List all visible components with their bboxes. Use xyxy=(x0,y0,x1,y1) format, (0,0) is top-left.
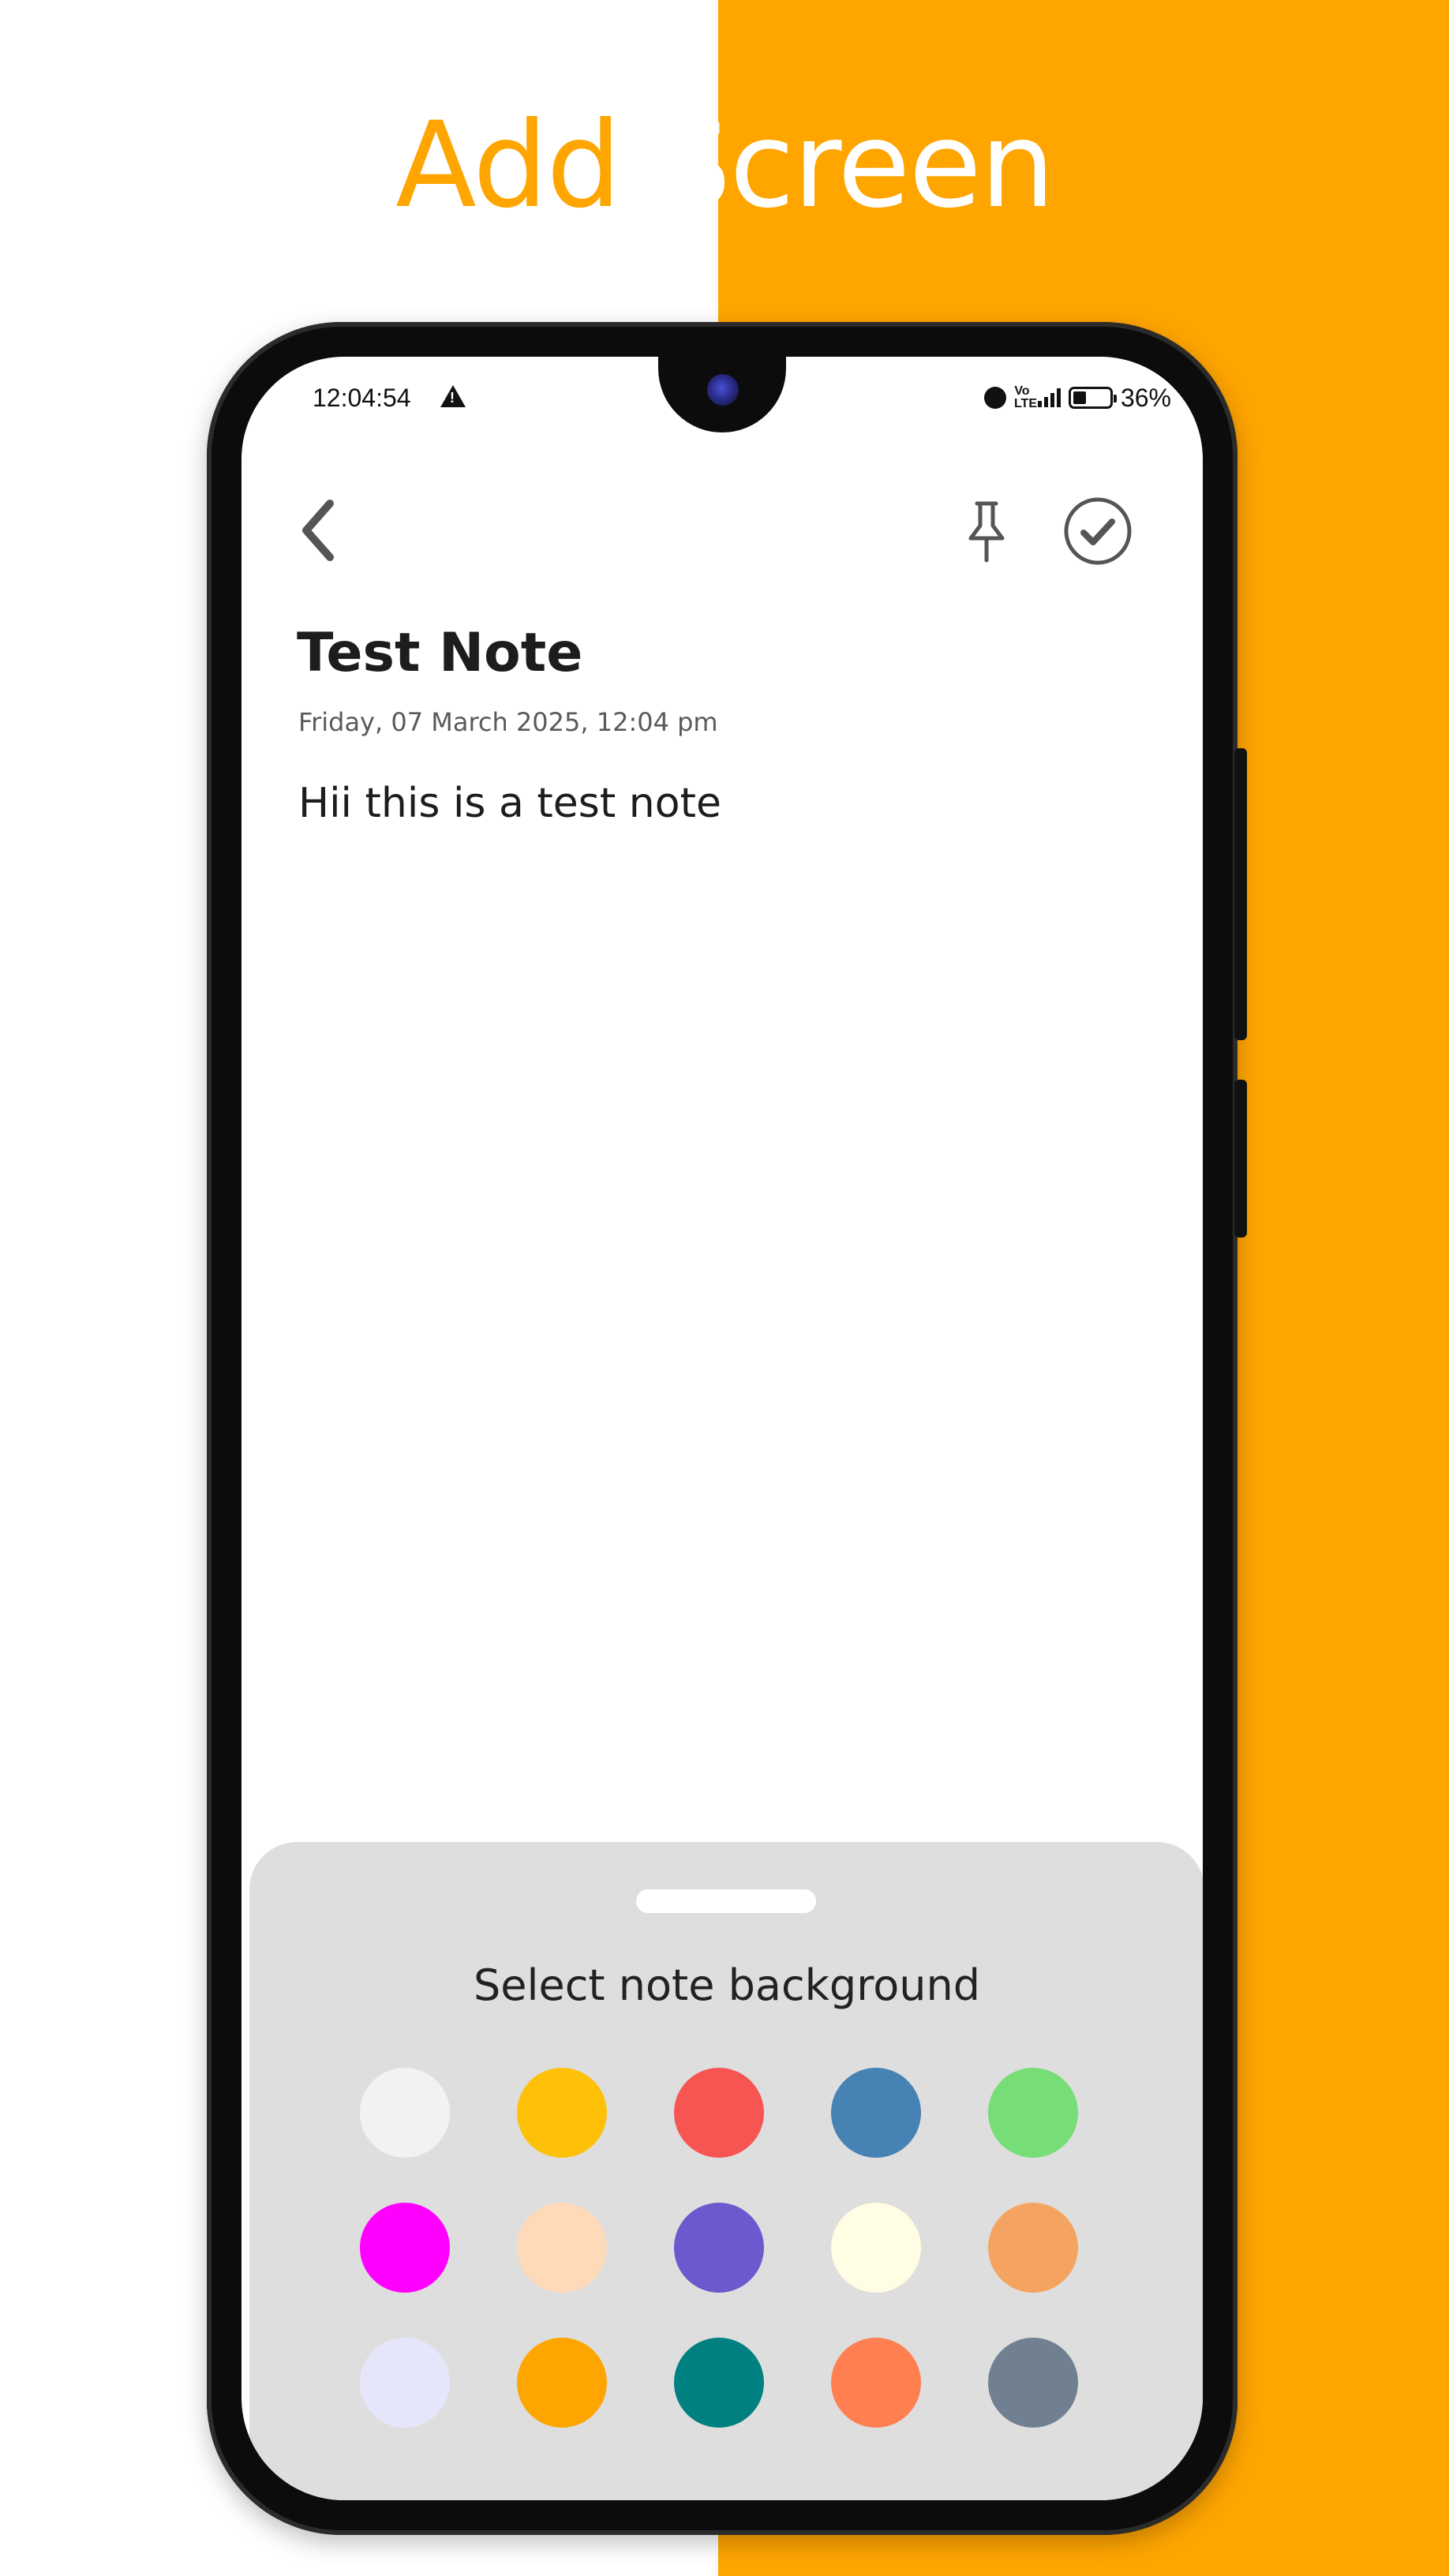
color-swatch[interactable] xyxy=(360,2203,450,2293)
color-swatch[interactable] xyxy=(831,2068,921,2158)
promo-canvas: Add Screen 12:04:54 Vo LTE xyxy=(0,0,1449,2576)
chevron-left-icon xyxy=(302,500,334,561)
promo-title-word1: Add xyxy=(395,97,621,234)
promo-title-word2: Screen xyxy=(656,97,1055,234)
phone-frame: 12:04:54 Vo LTE 36% xyxy=(207,322,1247,2535)
sheet-drag-handle[interactable] xyxy=(636,1889,816,1913)
sheet-title: Select note background xyxy=(474,1960,980,2010)
alarm-icon xyxy=(983,387,1006,409)
color-swatch[interactable] xyxy=(988,2203,1078,2293)
background-picker-sheet: Select note background xyxy=(249,1842,1203,2500)
check-circle-icon xyxy=(1064,497,1132,565)
color-swatch[interactable] xyxy=(360,2068,450,2158)
color-swatch[interactable] xyxy=(517,2068,607,2158)
pin-icon xyxy=(968,501,1005,563)
battery-percent: 36% xyxy=(1120,383,1171,412)
color-swatch[interactable] xyxy=(674,2338,764,2428)
battery-level-fill xyxy=(1073,391,1086,404)
status-time: 12:04:54 xyxy=(313,384,411,412)
color-swatch-grid xyxy=(360,2068,1102,2428)
signal-icon xyxy=(1037,388,1061,407)
warning-icon xyxy=(440,385,466,407)
display-notch xyxy=(658,357,786,432)
phone-volume-button xyxy=(1234,1080,1247,1237)
note-body-field[interactable]: Hii this is a test note xyxy=(298,780,721,827)
color-swatch[interactable] xyxy=(674,2203,764,2293)
volte-icon: Vo LTE xyxy=(1013,384,1037,410)
color-swatch[interactable] xyxy=(517,2338,607,2428)
status-icons: Vo LTE 36% xyxy=(983,382,1171,414)
battery-icon xyxy=(1068,387,1117,409)
color-swatch[interactable] xyxy=(988,2338,1078,2428)
color-swatch[interactable] xyxy=(831,2338,921,2428)
pin-button[interactable] xyxy=(955,494,1018,565)
note-date: Friday, 07 March 2025, 12:04 pm xyxy=(298,707,718,737)
color-swatch[interactable] xyxy=(831,2203,921,2293)
phone-power-button xyxy=(1234,748,1247,1040)
promo-headline: Add Screen xyxy=(0,95,1449,237)
save-note-button[interactable] xyxy=(1062,496,1133,567)
color-swatch[interactable] xyxy=(360,2338,450,2428)
front-camera xyxy=(707,374,739,406)
color-swatch[interactable] xyxy=(674,2068,764,2158)
color-swatch[interactable] xyxy=(988,2068,1078,2158)
note-title-field[interactable]: Test Note xyxy=(297,622,582,684)
color-swatch[interactable] xyxy=(517,2203,607,2293)
phone-screen: 12:04:54 Vo LTE 36% xyxy=(242,357,1203,2500)
back-button[interactable] xyxy=(289,491,352,570)
